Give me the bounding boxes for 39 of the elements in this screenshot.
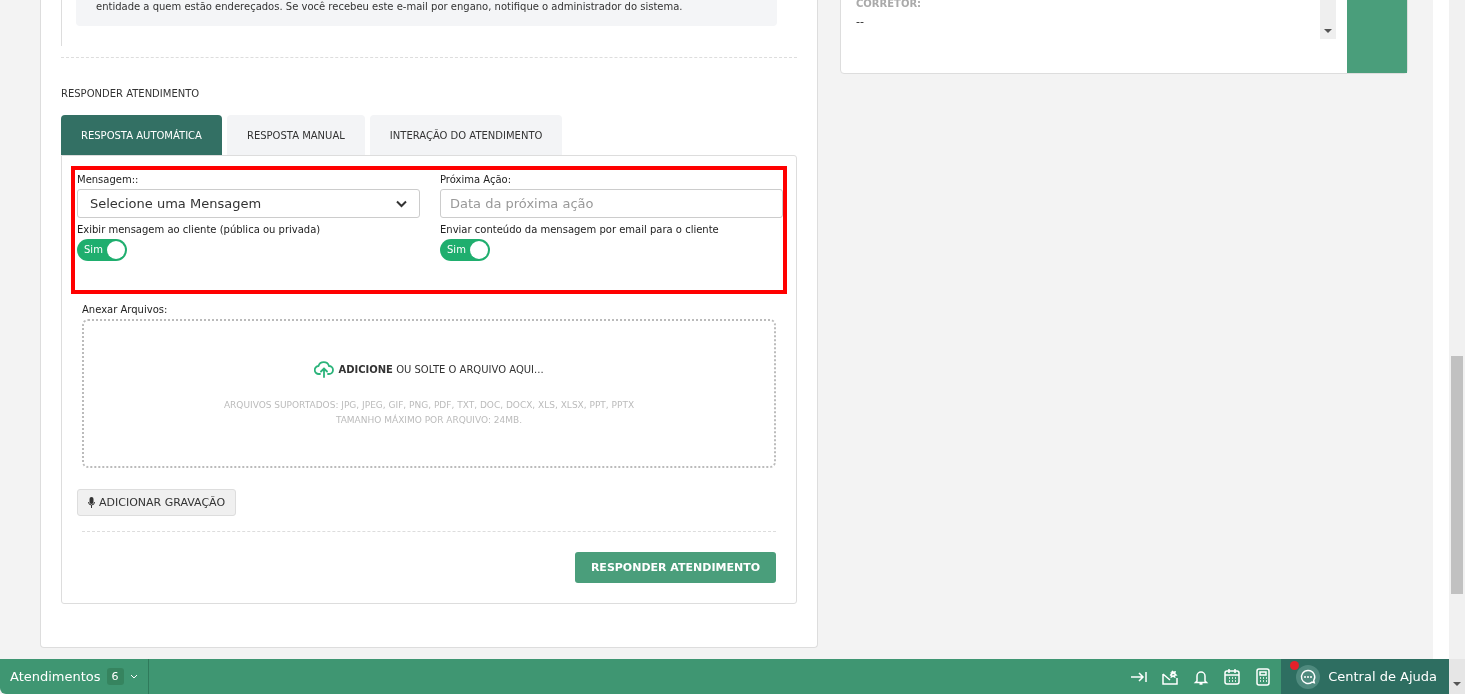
scrollbar[interactable] [1320, 0, 1336, 39]
field-label: Próxima Ação: [440, 174, 513, 185]
queue-dropdown[interactable]: Atendimentos 6 [0, 659, 149, 694]
scrollbar-thumb[interactable] [1451, 356, 1463, 594]
toggle-label: Enviar conteúdo da mensagem por email para o cliente [440, 224, 720, 235]
field-label: CORRETOR: [856, 0, 923, 9]
mail-star-icon [1161, 667, 1180, 686]
field-value: -- [856, 15, 865, 28]
microphone-icon [88, 497, 95, 508]
help-center-button[interactable]: Central de Ajuda [1281, 659, 1449, 694]
section-title: RESPONDER ATENDIMENTO [61, 88, 201, 99]
mail-star-button[interactable] [1161, 667, 1180, 686]
add-recording-button[interactable]: ADICIONAR GRAVAÇÃO [77, 489, 237, 516]
tab[interactable]: INTERAÇÃO DO ATENDIMENTO [369, 115, 563, 155]
scroll-down-icon [1324, 29, 1332, 33]
count-badge: 6 [106, 668, 124, 685]
drop-instruction: ADICIONE OU SOLTE O ARQUIVO AQUI... [338, 364, 544, 375]
max-size-note: TAMANHO MÁXIMO POR ARQUIVO: 24MB. [335, 413, 523, 427]
file-drop-zone[interactable]: ADICIONE OU SOLTE O ARQUIVO AQUI... ARQUIVOS SUPORTADOS: JPG, JPEG, GIF, PNG, PDF, TXT, DOC, DOCX, XLS, XLSX, PPT, PPTX TAMANHO MÁXIMO POR ARQUIVO: 24MB. [82, 319, 776, 468]
email-notice-text: entidade a quem estão endereçados. Se você recebeu este e-mail por engano, notifique o administrador do sistema. [96, 1, 683, 12]
cloud-upload-icon [314, 361, 335, 378]
supported-formats: ARQUIVOS SUPORTADOS: JPG, JPEG, GIF, PNG, PDF, TXT, DOC, DOCX, XLS, XLSX, PPT, PPTX [223, 399, 635, 412]
calendar-button[interactable] [1223, 667, 1242, 686]
message-select[interactable]: Selecione uma Mensagem [77, 189, 420, 218]
reply-button[interactable]: RESPONDER ATENDIMENTO [574, 552, 776, 583]
tab[interactable]: RESPOSTA MANUAL [226, 115, 365, 155]
tab[interactable]: RESPOSTA AUTOMÁTICA [61, 115, 222, 155]
date-input-field[interactable]: Data da próxima ação [440, 189, 783, 218]
calendar-icon [1223, 667, 1242, 686]
calculator-icon [1254, 667, 1273, 686]
chevron-down-icon [129, 674, 138, 679]
toggle-label: Exibir mensagem ao cliente (pública ou privada) [77, 224, 322, 235]
chevron-down-icon [396, 199, 407, 208]
scroll-down-icon [1453, 682, 1461, 686]
scrollbar[interactable] [1449, 0, 1465, 659]
chat-bubble-icon [1296, 664, 1321, 689]
field-label: Anexar Arquivos: [82, 304, 169, 315]
field-label: Mensagem:: [77, 174, 140, 185]
calculator-button[interactable] [1254, 667, 1273, 686]
